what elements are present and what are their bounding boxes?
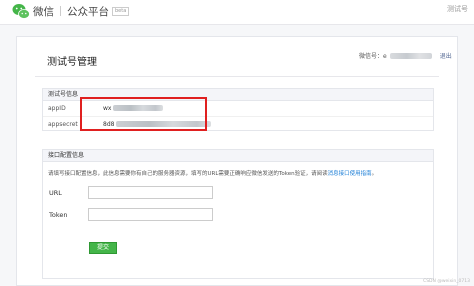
section-title: 测试号信息 bbox=[43, 89, 433, 101]
test-account-info-section: 测试号信息 appID wx appsecret 8d8 bbox=[42, 88, 434, 131]
appid-prefix: wx bbox=[103, 105, 112, 112]
appsecret-prefix: 8d8 bbox=[103, 121, 115, 128]
appid-redacted bbox=[113, 105, 164, 111]
url-label: URL bbox=[49, 189, 62, 197]
description-text: 请填写接口配置信息，此信息需要你有自己的服务器资源，填写的URL需要正确响应微信… bbox=[48, 171, 328, 177]
appsecret-redacted bbox=[116, 121, 212, 127]
guide-link[interactable]: 消息接口使用指南 bbox=[328, 171, 372, 177]
wechat-id-redacted bbox=[389, 53, 432, 59]
header-right-text: 测试号 bbox=[447, 5, 468, 13]
appsecret-value: 8d8 bbox=[103, 121, 212, 128]
appid-value: wx bbox=[103, 105, 164, 112]
logout-link[interactable]: 退出 bbox=[440, 53, 452, 60]
token-input[interactable] bbox=[88, 208, 213, 221]
brand-divider bbox=[60, 6, 61, 16]
wechat-logo-icon[interactable] bbox=[12, 3, 30, 20]
page-title: 测试号管理 bbox=[47, 57, 97, 68]
main-panel: 测试号管理 微信号：e 退出 测试号信息 appID wx appsecret 8… bbox=[16, 36, 458, 286]
platform-name: 公众平台 bbox=[67, 6, 109, 18]
description-end: 。 bbox=[371, 171, 378, 177]
appsecret-row: appsecret 8d8 bbox=[43, 116, 433, 132]
top-header: 微信 公众平台 beta 测试号 bbox=[0, 0, 474, 25]
submit-button[interactable]: 提交 bbox=[89, 242, 117, 254]
wechat-id-label: 微信号： bbox=[359, 53, 384, 60]
token-label: Token bbox=[49, 211, 68, 219]
config-description: 请填写接口配置信息，此信息需要你有自己的服务器资源，填写的URL需要正确响应微信… bbox=[48, 169, 377, 177]
wechat-id-area: 微信号：e 退出 bbox=[359, 51, 452, 60]
app-name: 微信 bbox=[33, 6, 54, 18]
appid-label: appID bbox=[48, 105, 66, 112]
brand-title[interactable]: 微信 公众平台 beta bbox=[33, 4, 130, 19]
section-title: 接口配置信息 bbox=[43, 150, 433, 162]
beta-badge: beta bbox=[112, 7, 130, 16]
title-divider bbox=[35, 76, 439, 77]
interface-config-section: 接口配置信息 请填写接口配置信息，此信息需要你有自己的服务器资源，填写的URL需… bbox=[42, 149, 434, 279]
appid-row: appID wx bbox=[43, 101, 433, 116]
wechat-id-prefix: e bbox=[383, 53, 387, 60]
watermark: CSDN @weixin_0713 bbox=[423, 279, 470, 284]
url-input[interactable] bbox=[88, 186, 213, 199]
appsecret-label: appsecret bbox=[48, 121, 78, 128]
